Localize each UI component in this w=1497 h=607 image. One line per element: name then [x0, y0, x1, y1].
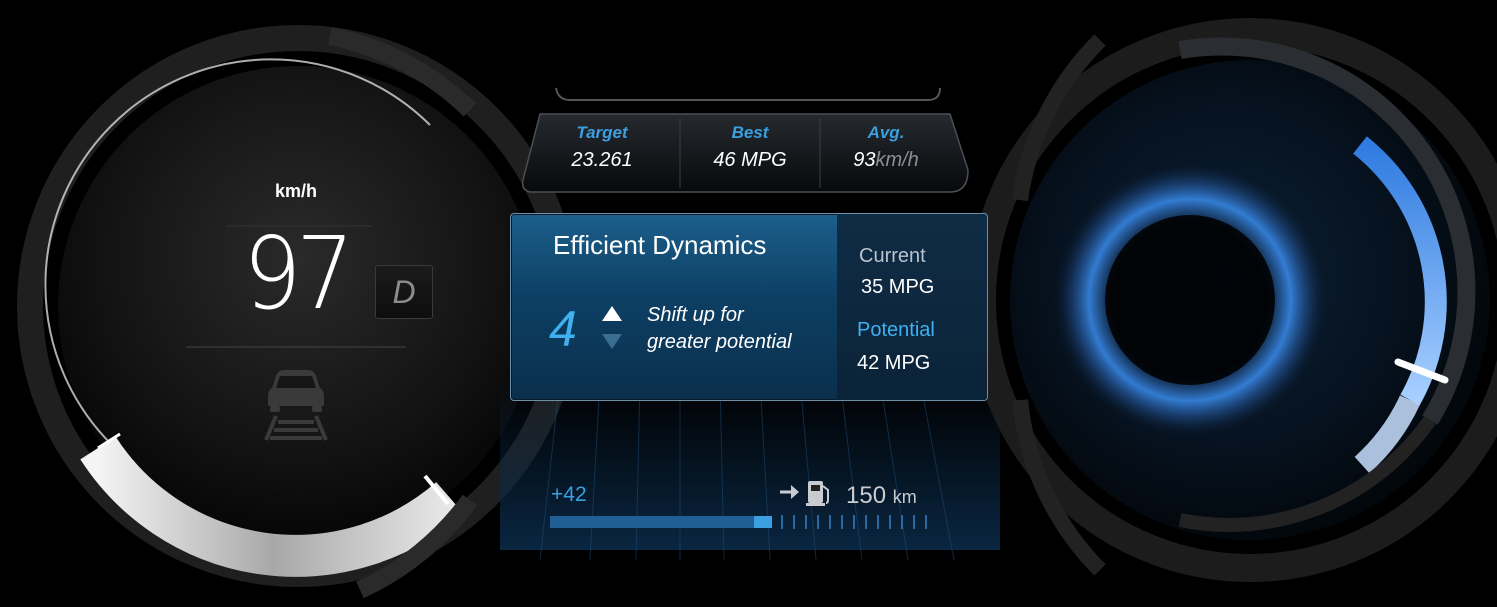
best-value: 46 MPG [713, 149, 787, 171]
range-delta: +42 [551, 483, 587, 506]
fuel-pump-icon [806, 481, 829, 506]
shift-up-icon [602, 306, 622, 321]
current-label: Current [859, 245, 926, 267]
efficient-dynamics-panel: Efficient Dynamics 4 Shift up for greate… [510, 213, 988, 401]
target-stat: Target 23.261 [537, 114, 667, 172]
shift-message-line1: Shift up for [647, 304, 744, 326]
shift-message: Shift up for greater potential [647, 302, 837, 356]
speed-unit-label: km/h [274, 181, 317, 201]
potential-value: 42 MPG [857, 352, 931, 374]
potential-label: Potential [857, 319, 935, 341]
shift-down-icon [602, 334, 622, 349]
best-label: Best [731, 123, 769, 142]
car-lane-icon [262, 368, 330, 447]
arrow-right-icon [780, 485, 799, 499]
range-distance-value: 150 [846, 482, 887, 509]
gear-indicator: D [375, 265, 433, 319]
efficient-dynamics-title: Efficient Dynamics [553, 230, 767, 260]
efficiency-stats-panel: Target 23.261 Best 46 MPG Avg. 93km/h [521, 114, 969, 192]
best-stat: Best 46 MPG [685, 114, 815, 172]
avg-value-row: 93km/h [821, 149, 951, 172]
shift-message-line2: greater potential [647, 331, 792, 353]
target-value: 23.261 [571, 149, 633, 171]
avg-label: Avg. [867, 123, 905, 142]
avg-unit: km/h [875, 149, 919, 171]
gear-value: D [392, 273, 416, 310]
avg-value: 93 [853, 149, 876, 171]
range-bar-marker [754, 516, 772, 528]
range-bar [550, 515, 927, 529]
range-bar-fill [550, 516, 755, 528]
target-label: Target [576, 123, 628, 142]
range-distance-unit: km [892, 487, 917, 507]
range-bar-ticks [781, 515, 927, 529]
fuel-indicator [778, 478, 834, 513]
avg-stat: Avg. 93km/h [821, 114, 951, 172]
speed-value: 97 [242, 215, 355, 332]
range-distance: 150 km [846, 482, 917, 510]
current-value: 35 MPG [861, 276, 935, 298]
consumption-column: Current 35 MPG Potential 42 MPG [837, 214, 987, 400]
recommended-gear: 4 [549, 301, 577, 357]
